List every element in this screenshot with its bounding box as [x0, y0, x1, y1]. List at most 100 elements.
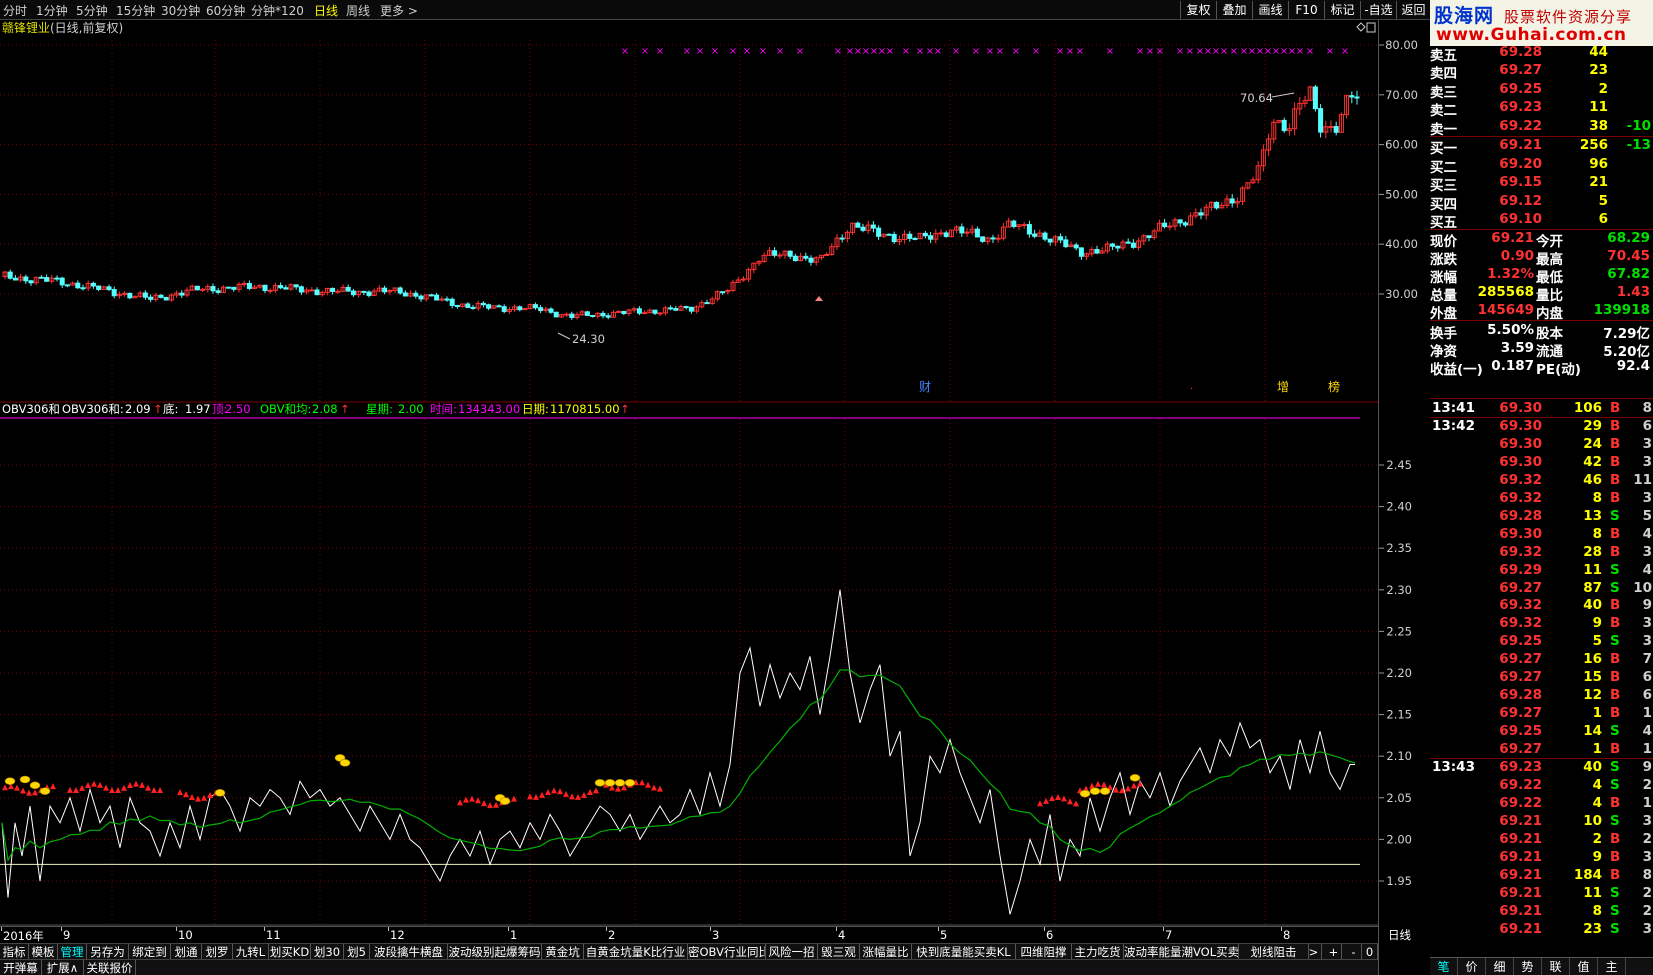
candle-body: [158, 294, 164, 298]
tick-price: 69.28: [1499, 507, 1542, 524]
back-button[interactable]: 返回: [1396, 1, 1430, 19]
indicator-tab[interactable]: 波动级别起爆筹码: [448, 944, 542, 960]
x-signal-mark: ×: [986, 46, 994, 57]
indicator-legend-item: 2.08: [312, 403, 338, 416]
tick-row: 69.21 9 B 3: [1430, 849, 1653, 867]
tick-minute-divider: [1430, 416, 1653, 418]
stat-label: 现价: [1430, 234, 1457, 250]
overlay-button[interactable]: 叠加: [1216, 1, 1252, 19]
indicator-tab[interactable]: 划通: [171, 944, 202, 960]
tick-n: 6: [1642, 687, 1652, 704]
candle-body: [54, 277, 60, 280]
extra-tab[interactable]: 关联报价: [84, 960, 136, 975]
tick-price: 69.22: [1499, 776, 1542, 793]
period-60min[interactable]: 60分钟: [206, 2, 245, 19]
period-30min[interactable]: 30分钟: [161, 2, 200, 19]
indicator-tab[interactable]: 毁三观: [818, 944, 860, 960]
tick-bs: B: [1610, 525, 1621, 542]
indicator-tab[interactable]: 自黄金坑量K比行业: [584, 944, 688, 960]
period-weekly[interactable]: 周线: [346, 2, 370, 19]
indicator-tab[interactable]: 绑定到: [129, 944, 171, 960]
candle-body: [704, 302, 710, 305]
extra-tab[interactable]: 开弹幕: [0, 960, 42, 975]
watchlist-button[interactable]: -自选: [1360, 1, 1396, 19]
candle-body: [501, 306, 507, 312]
period-5min[interactable]: 5分钟: [76, 2, 108, 19]
candle-body: [1349, 95, 1355, 98]
indicator-tab[interactable]: 快到底量能买卖KL: [912, 944, 1016, 960]
indicator-tab[interactable]: 划买KD: [269, 944, 311, 960]
indicator-tab[interactable]: 指标: [0, 944, 29, 960]
indicator-tab[interactable]: 划30: [311, 944, 344, 960]
period-1min[interactable]: 1分钟: [36, 2, 68, 19]
tick-bs: B: [1610, 615, 1621, 632]
draw-button[interactable]: 画线: [1252, 1, 1288, 19]
candle-body: [517, 306, 523, 311]
indicator-tab[interactable]: 涨幅量比: [860, 944, 912, 960]
period-15min[interactable]: 15分钟: [116, 2, 155, 19]
candle-body: [532, 304, 538, 309]
order-change: -10: [1626, 118, 1651, 134]
indicator-tab[interactable]: 密OBV行业同比: [688, 944, 766, 960]
indicator-tab[interactable]: 划罗: [202, 944, 233, 960]
tick-n: 8: [1642, 866, 1652, 883]
y-tick-label: 1.95: [1386, 874, 1412, 888]
order-price: 69.22: [1499, 118, 1542, 134]
indicator-tab[interactable]: 划线阻击: [1239, 944, 1309, 960]
gold-coin-icon: [1129, 774, 1141, 782]
candle-body: [454, 305, 460, 308]
extra-tab[interactable]: 扩展∧: [42, 960, 84, 975]
mark-button[interactable]: 标记: [1324, 1, 1360, 19]
indicator-tab[interactable]: 四维阻撑: [1016, 944, 1072, 960]
quote-tab[interactable]: 细: [1486, 958, 1514, 975]
tick-bs: B: [1610, 489, 1621, 506]
candle-body: [1214, 201, 1220, 209]
quote-stat-row: 外盘 145649 内盘 139918: [1430, 302, 1653, 322]
tick-bs: B: [1610, 471, 1621, 488]
obv-indicator-chart[interactable]: OBV306和 OBV306和: 2.09 ↑ 底: 1.97 顶:2.50 OBV和均: 2.…: [0, 403, 1430, 926]
indicator-tab[interactable]: 波段擒牛横盘: [370, 944, 448, 960]
stat-label: 今开: [1536, 234, 1563, 250]
zoom-out-button[interactable]: -: [1346, 944, 1362, 960]
indicator-tab[interactable]: 黄金坑: [542, 944, 584, 960]
indicator-tab[interactable]: 模板: [29, 944, 58, 960]
period-120min[interactable]: 分钟*120: [251, 2, 304, 19]
tick-row: 69.27 87 S 10: [1430, 580, 1653, 598]
tab-scroll-right-button[interactable]: >: [1306, 944, 1322, 960]
quote-tab[interactable]: 笔: [1430, 958, 1458, 975]
period-more[interactable]: 更多 >: [380, 2, 418, 19]
zoom-in-button[interactable]: +: [1326, 944, 1342, 960]
candle-body: [64, 284, 70, 287]
f10-button[interactable]: F10: [1288, 1, 1324, 19]
quote-stat-row: 现价 69.21 今开 68.29: [1430, 230, 1653, 250]
indicator-tab[interactable]: 管理: [58, 944, 87, 960]
tick-vol: 13: [1583, 507, 1602, 524]
zoom-reset-button[interactable]: 0: [1362, 944, 1378, 960]
tick-vol: 11: [1583, 561, 1602, 578]
quote-tab[interactable]: 势: [1514, 958, 1542, 975]
indicator-tab[interactable]: 风险一招: [766, 944, 818, 960]
period-timeshare[interactable]: 分时: [3, 2, 27, 19]
gold-coin-icon: [499, 797, 511, 805]
quote-tab[interactable]: 主: [1598, 958, 1626, 975]
candle-body: [1063, 239, 1069, 248]
order-volume: 23: [1589, 62, 1608, 78]
quote-tab[interactable]: 价: [1458, 958, 1486, 975]
tick-vol: 14: [1583, 723, 1602, 740]
candle-body: [75, 282, 81, 289]
candle-body: [938, 232, 944, 235]
quote-tab[interactable]: 值: [1570, 958, 1598, 975]
indicator-tab[interactable]: 波动率能量潮VOL买卖: [1124, 944, 1239, 960]
period-daily[interactable]: 日线: [314, 2, 338, 19]
indicator-tab[interactable]: 主力吃货: [1072, 944, 1124, 960]
quote-tab[interactable]: 联: [1542, 958, 1570, 975]
adjust-button[interactable]: 复权: [1180, 1, 1216, 19]
indicator-tab[interactable]: 划5: [344, 944, 370, 960]
candle-body: [772, 250, 778, 256]
candlestick-chart[interactable]: 80.00 70.00 60.00 50.00 40.00 30.00 赣锋锂业 (日线,前复…: [0, 20, 1430, 403]
indicator-tab[interactable]: 另存为: [87, 944, 129, 960]
tick-row: 69.21 2 B 2: [1430, 831, 1653, 849]
y-tick-label: 2.30: [1386, 583, 1412, 597]
indicator-tab[interactable]: 九转L: [233, 944, 269, 960]
tick-row: 13:43 69.23 40 S 9: [1430, 759, 1653, 777]
